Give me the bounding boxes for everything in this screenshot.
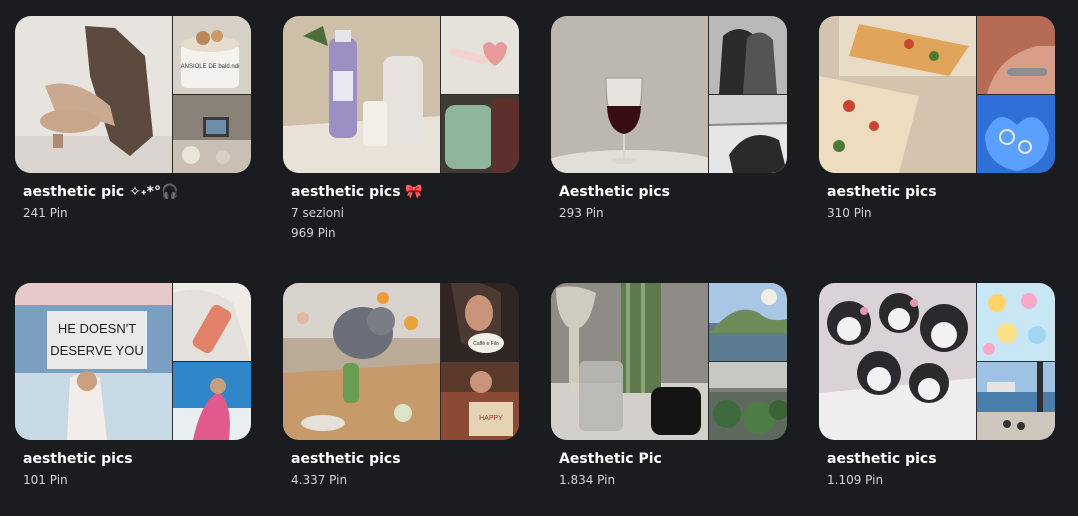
cover-photo-main <box>551 283 708 440</box>
board-pin-count: 1.109 Pin <box>827 473 884 487</box>
board-cover[interactable] <box>551 283 787 440</box>
cover-photo-bottom <box>977 362 1055 440</box>
cover-photo-main <box>15 16 172 173</box>
cover-photo-top <box>709 283 787 361</box>
board-card[interactable]: aesthetic pics 1.109 Pin <box>819 283 1055 490</box>
cover-photo-main <box>819 283 976 440</box>
cover-photo-main: HE DOESN'T DESERVE YOU <box>15 283 172 440</box>
board-card[interactable]: HE DOESN'T DESERVE YOU aesthetic pics 10… <box>15 283 251 490</box>
board-card[interactable]: aesthetic pics 310 Pin <box>819 16 1055 223</box>
cover-photo-bottom <box>173 95 251 173</box>
board-pin-count: 969 Pin <box>291 226 336 240</box>
board-card[interactable]: ANSIOLE DE bald.ndi aesthetic pic ✧˖*°🎧 … <box>15 16 251 223</box>
cover-photo-bottom <box>441 95 519 173</box>
board-cover[interactable] <box>551 16 787 173</box>
cover-photo-top <box>977 16 1055 94</box>
board-title: aesthetic pics <box>291 451 401 467</box>
board-pin-count: 241 Pin <box>23 206 68 220</box>
cover-photo-main <box>283 16 440 173</box>
board-cover[interactable] <box>283 16 519 173</box>
cover-photo-top <box>977 283 1055 361</box>
board-title: aesthetic pics 🎀 <box>291 184 423 200</box>
board-card[interactable]: aesthetic pics 🎀 7 sezioni 969 Pin <box>283 16 519 243</box>
boards-grid: ANSIOLE DE bald.ndi aesthetic pic ✧˖*°🎧 … <box>0 0 1078 516</box>
board-title: Aesthetic pics <box>559 184 670 200</box>
cover-photo-bottom <box>173 362 251 440</box>
cover-photo-main <box>283 283 440 440</box>
board-pin-count: 293 Pin <box>559 206 604 220</box>
board-pin-count: 310 Pin <box>827 206 872 220</box>
board-card[interactable]: Caffè e Filo HAPPY aesthetic pics 4.337 … <box>283 283 519 490</box>
cover-photo-top: ANSIOLE DE bald.ndi <box>173 16 251 94</box>
board-title: aesthetic pic ✧˖*°🎧 <box>23 184 179 200</box>
board-pin-count: 101 Pin <box>23 473 68 487</box>
cup-text: Caffè e Filo <box>473 341 499 347</box>
sign-text-2: DESERVE YOU <box>50 343 143 358</box>
board-title: aesthetic pics <box>827 451 937 467</box>
cover-photo-bottom <box>709 95 787 173</box>
board-cover[interactable] <box>819 283 1055 440</box>
board-title: Aesthetic Pic <box>559 451 662 467</box>
board-title: aesthetic pics <box>827 184 937 200</box>
cover-photo-top <box>709 16 787 94</box>
cover-photo-top: Caffè e Filo <box>441 283 519 361</box>
mug-text: ANSIOLE DE bald.ndi <box>181 64 240 70</box>
board-cover[interactable] <box>819 16 1055 173</box>
cover-photo-main <box>551 16 708 173</box>
cover-photo-bottom <box>977 95 1055 173</box>
board-pin-count: 4.337 Pin <box>291 473 348 487</box>
board-pin-count: 1.834 Pin <box>559 473 616 487</box>
cover-photo-main <box>819 16 976 173</box>
board-cover[interactable]: ANSIOLE DE bald.ndi <box>15 16 251 173</box>
cover-photo-bottom: HAPPY <box>441 362 519 440</box>
poster-text: HAPPY <box>479 415 503 422</box>
sign-text: HE DOESN'T <box>58 321 136 336</box>
board-section-count: 7 sezioni <box>291 206 344 220</box>
cover-photo-bottom <box>709 362 787 440</box>
cover-photo-top <box>441 16 519 94</box>
board-cover[interactable]: Caffè e Filo HAPPY <box>283 283 519 440</box>
board-card[interactable]: Aesthetic Pic 1.834 Pin <box>551 283 787 490</box>
cover-photo-top <box>173 283 251 361</box>
board-card[interactable]: Aesthetic pics 293 Pin <box>551 16 787 223</box>
board-title: aesthetic pics <box>23 451 133 467</box>
board-cover[interactable]: HE DOESN'T DESERVE YOU <box>15 283 251 440</box>
